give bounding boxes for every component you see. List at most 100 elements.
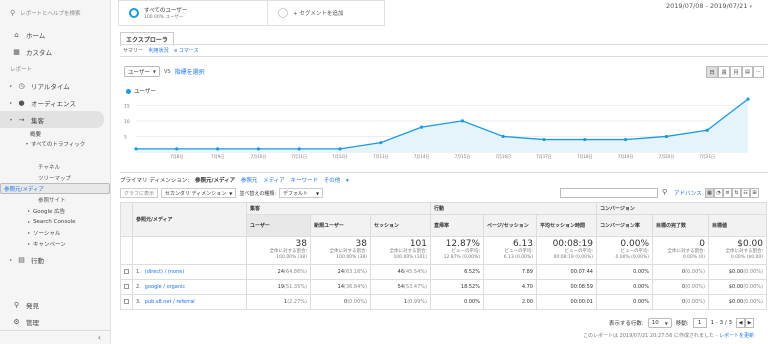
row-checkbox[interactable] — [124, 283, 129, 289]
totals-percentage: 6.13 (0.00%) — [503, 254, 533, 260]
column-header[interactable]: 直帰率 — [430, 214, 484, 237]
totals-percentage: 12.87% (0.00%) — [443, 254, 480, 260]
dimension-cell: 1. (direct) / (none) — [132, 264, 247, 280]
divider — [120, 56, 768, 57]
next-page-button[interactable]: ▶ — [745, 318, 754, 328]
metric-value: 00:00:01 — [570, 299, 593, 305]
sort-type-dropdown[interactable]: デフォルト ▼ — [279, 188, 324, 198]
sidebar-item-overview[interactable]: 概要 — [0, 128, 110, 139]
sidebar-item-admin[interactable]: ⚙ 管理 — [0, 313, 111, 330]
column-header[interactable]: セッション — [370, 214, 431, 237]
comparison-view-icon[interactable]: ⇅ — [732, 188, 741, 198]
sidebar-item-acquisition[interactable]: ▾ → 集客 — [0, 111, 104, 128]
period-month-button[interactable]: 月 — [730, 66, 742, 78]
prev-page-button[interactable]: ◀ — [736, 318, 745, 328]
metric-cell: 2.00 — [483, 294, 537, 310]
sidebar-item-home[interactable]: ⌂ ホーム — [0, 26, 110, 43]
sidebar-item-source-medium[interactable]: 参照元/メディア — [0, 183, 110, 194]
sidebar-section-reports: レポート — [10, 66, 33, 73]
dimension-link[interactable]: (direct) / (none) — [145, 269, 184, 275]
table-search-input[interactable] — [560, 188, 658, 198]
subtab-summary[interactable]: サマリー — [123, 48, 143, 54]
chevron-down-icon: ▼ — [229, 190, 233, 196]
table-toolbar: グラフに表示 セカンダリ ディメンション ▼ 並べ替えの種類: デフォルト ▼ — [120, 188, 326, 198]
legend-dot-icon — [126, 88, 131, 94]
sidebar-search[interactable]: ⚲ レポートとヘルプを検索 — [0, 0, 110, 26]
performance-view-icon[interactable]: ≡ — [723, 188, 732, 198]
sidebar-item-search-console[interactable]: ▸ Search Console — [0, 216, 110, 227]
segment-all-users[interactable]: すべてのユーザー 100.00% ユーザー — [118, 0, 268, 26]
sidebar-item-custom[interactable]: ▦ カスタム — [0, 43, 110, 60]
column-header[interactable]: 新規ユーザー — [310, 214, 371, 237]
sidebar-item-referrals[interactable]: 参照サイト — [0, 194, 110, 205]
totals-percentage: 100.00% (101) — [393, 254, 427, 260]
sidebar-item-label: 管理 — [26, 318, 39, 327]
column-header[interactable]: 目標の完了数 — [652, 214, 709, 237]
search-input[interactable]: レポートとヘルプを検索 — [20, 9, 81, 17]
row-checkbox[interactable] — [124, 298, 129, 304]
x-tick-label: 7月15日 — [455, 154, 471, 159]
x-tick-label: 7月9日 — [211, 154, 224, 159]
dim-medium[interactable]: メディア — [263, 178, 285, 184]
dimension-column-header[interactable]: 参照元/メディア — [132, 202, 247, 237]
column-header[interactable]: ページ/セッション — [483, 214, 537, 237]
sidebar-item-discover[interactable]: ⚲ 発見 — [0, 296, 111, 313]
collapse-sidebar-button[interactable]: ‹ — [0, 330, 111, 344]
metric-value: 7.89 — [521, 269, 533, 275]
column-header[interactable]: 目標値 — [708, 214, 767, 237]
sidebar-item-realtime[interactable]: ▸ ◷ リアルタイム — [0, 77, 110, 94]
metric-cell: 00:08:59 — [536, 279, 597, 295]
percentage-view-icon[interactable]: ◔ — [714, 188, 723, 198]
add-segment-button[interactable]: + セグメントを追加 — [268, 0, 385, 26]
advanced-filter-link[interactable]: アドバンス — [674, 189, 702, 197]
column-header[interactable]: コンバージョン率 — [596, 214, 653, 237]
row-checkbox[interactable] — [124, 268, 129, 274]
column-header[interactable]: ユーザー — [246, 214, 311, 237]
metric-percentage: (0.00%) — [743, 299, 763, 305]
dim-other-dropdown[interactable]: その他 ▾ — [324, 178, 349, 184]
sidebar-item-behavior[interactable]: ▸ ▤ 行動 — [0, 251, 110, 268]
metric-dropdown[interactable]: ユーザー ▼ — [124, 66, 160, 77]
metric-value: 4.70 — [521, 284, 533, 290]
metric-cell: 0.00% — [596, 294, 653, 310]
period-week-button[interactable]: 週 — [718, 66, 730, 78]
period-day-button[interactable]: 日 — [706, 66, 718, 78]
data-table: 参照元/メディア 集客 行動 コンバージョン ユーザー 新規ユーザー セッション 直帰… — [120, 202, 767, 310]
metric-percentage: (0.99%) — [407, 299, 427, 305]
search-icon[interactable]: ⚲ — [662, 188, 667, 196]
goto-page-input[interactable]: 1 — [692, 318, 707, 328]
column-header[interactable]: 平均セッション時間 — [536, 214, 597, 237]
motion-chart-icon[interactable]: ⋯ — [753, 66, 764, 78]
sidebar-item-audience[interactable]: ▸ ● オーディエンス — [0, 94, 110, 111]
sidebar-item-google-ads[interactable]: ▸ Google 広告 — [0, 205, 110, 216]
line-chart-icon[interactable]: ▤ — [742, 66, 753, 78]
totals-blank — [120, 236, 133, 265]
dim-source[interactable]: 参照元 — [241, 178, 258, 184]
dim-source-medium[interactable]: 参照元/メディア — [195, 178, 235, 184]
pivot-view-icon[interactable]: ⊞ — [750, 188, 759, 198]
metric-percentage: (0.00%) — [685, 299, 705, 305]
metric-value: 0.00% — [633, 269, 649, 275]
subtab-ecommerce[interactable]: e コマース — [174, 48, 198, 54]
dimension-link[interactable]: google / organic — [145, 284, 185, 290]
rows-per-page-dropdown[interactable]: 10 ▼ — [647, 318, 672, 328]
sidebar-item-all-traffic[interactable]: ▾ すべてのトラフィック — [0, 139, 110, 161]
sidebar-item-social[interactable]: ▸ ソーシャル — [0, 227, 110, 238]
term-cloud-icon[interactable]: ☷ — [741, 188, 750, 198]
metric-cell: 54(53.47%) — [370, 279, 431, 295]
sidebar-item-channels[interactable]: チャネル — [0, 161, 110, 172]
date-range-picker[interactable]: 2019/07/08 - 2019/07/21 ▾ — [666, 2, 752, 10]
sidebar-item-campaigns[interactable]: ▸ キャンペーン — [0, 238, 110, 249]
data-point — [256, 147, 260, 151]
dim-keyword[interactable]: キーワード — [290, 178, 318, 184]
metric-value: $0.00 — [728, 269, 744, 275]
sidebar-item-treemap[interactable]: ツリーマップ — [0, 172, 110, 183]
x-tick-label: 7月18日 — [577, 154, 593, 159]
subtab-usage[interactable]: 利用状況 — [149, 48, 169, 54]
plot-rows-button[interactable]: グラフに表示 — [120, 188, 159, 198]
data-view-icon[interactable]: ▦ — [705, 188, 714, 198]
secondary-dimension-dropdown[interactable]: セカンダリ ディメンション ▼ — [161, 188, 237, 198]
refresh-report-link[interactable]: レポートを更新 — [719, 333, 754, 339]
dimension-link[interactable]: pub.s8.net / referral — [145, 299, 195, 305]
select-metric-link[interactable]: 指標を選択 — [175, 67, 205, 76]
